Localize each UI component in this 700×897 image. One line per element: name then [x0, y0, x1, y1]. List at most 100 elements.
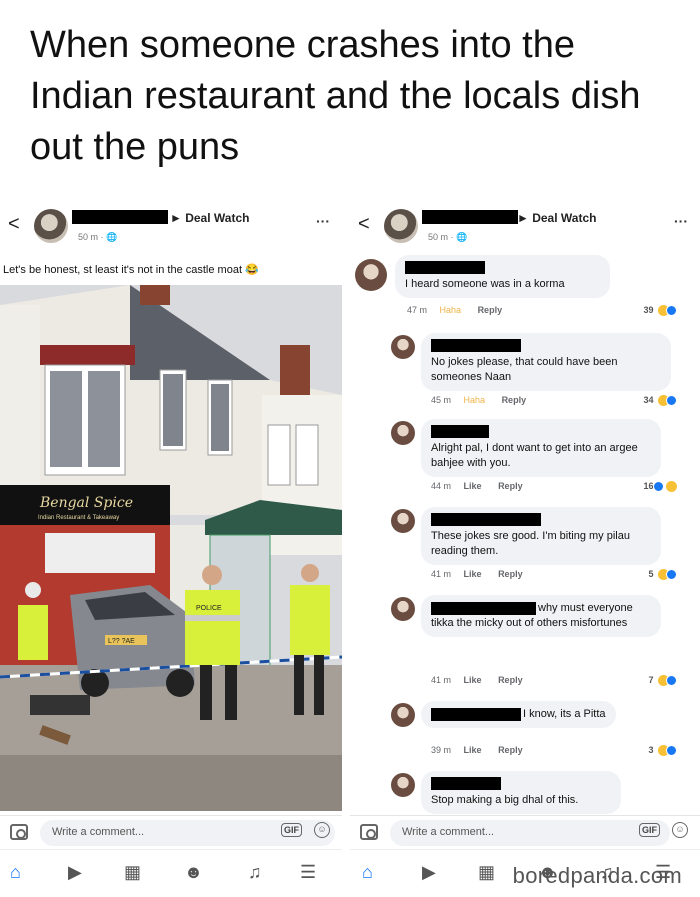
back-icon[interactable]: <: [8, 213, 20, 236]
comment: These jokes sre good. I'm biting my pila…: [355, 507, 695, 587]
comment-bubble: I know, its a Pitta: [421, 701, 616, 728]
redacted-name: [431, 708, 521, 721]
comment-time: 39 m: [431, 745, 452, 755]
shop-sign: Bengal Spice: [39, 495, 133, 511]
comment-text: These jokes sre good. I'm biting my pila…: [431, 530, 630, 557]
like-button[interactable]: Like: [464, 481, 482, 491]
comment-time: 44 m: [431, 481, 452, 491]
comment-bubble: No jokes please, that could have been so…: [421, 333, 671, 391]
reaction-count[interactable]: 3: [648, 745, 677, 757]
post-text: Let's be honest, st least it's not in th…: [3, 264, 259, 276]
commenter-avatar[interactable]: [391, 773, 415, 797]
avatar[interactable]: [34, 209, 68, 243]
more-options-icon[interactable]: ···: [674, 213, 688, 229]
like-button[interactable]: Like: [464, 675, 482, 685]
comment-text-lead: why must everyone: [538, 602, 633, 614]
commenter-avatar[interactable]: [391, 421, 415, 445]
group-name[interactable]: ► Deal Watch: [170, 211, 249, 225]
right-screenshot: < ► Deal Watch 50 m · 🌐 ··· I heard some…: [350, 205, 700, 897]
comment-actions: 45 m Haha Reply: [431, 395, 540, 405]
comment-bubble: These jokes sre good. I'm biting my pila…: [421, 507, 661, 565]
marketplace-icon[interactable]: ▦: [124, 862, 141, 883]
home-icon[interactable]: ⌂: [10, 862, 21, 883]
comment-actions: 39 m Like Reply: [431, 745, 537, 755]
redacted-name: [405, 261, 485, 274]
group-name[interactable]: ► Deal Watch: [517, 211, 596, 225]
reply-button[interactable]: Reply: [478, 305, 503, 315]
emoji-icon[interactable]: ☺: [672, 822, 688, 838]
post-header: < ► Deal Watch 50 m · 🌐 ···: [350, 205, 700, 255]
comment: No jokes please, that could have been so…: [355, 333, 695, 413]
avatar[interactable]: [384, 209, 418, 243]
comment-actions: 47 m Haha Reply: [407, 305, 516, 315]
bottom-nav: ⌂ ▶ ▦ ☻ ♫ ☰: [0, 849, 342, 897]
comment: why must everyone tikka the micky out of…: [355, 595, 695, 695]
groups-icon[interactable]: ☻: [184, 862, 203, 883]
redacted-name: [431, 602, 536, 615]
comment-bar: Write a comment... GIF ☺: [350, 815, 700, 849]
bell-icon[interactable]: ♫: [248, 862, 262, 883]
meme-caption: When someone crashes into the Indian res…: [30, 24, 641, 168]
redacted-name: [422, 210, 518, 224]
post-header: < ► Deal Watch 50 m · 🌐 ···: [0, 205, 342, 255]
reaction-count[interactable]: 7: [648, 675, 677, 687]
react-button[interactable]: Haha: [440, 305, 462, 315]
post-meta: 50 m · 🌐: [428, 232, 468, 242]
marketplace-icon[interactable]: ▦: [478, 862, 495, 883]
reply-button[interactable]: Reply: [498, 481, 523, 491]
commenter-avatar[interactable]: [391, 597, 415, 621]
crash-photo[interactable]: Bengal Spice Indian Restaurant & Takeawa…: [0, 285, 342, 811]
gif-icon[interactable]: GIF: [639, 823, 660, 837]
police-badge: POLICE: [196, 605, 222, 612]
comment-bubble: Stop making a big dhal of this.: [421, 771, 621, 814]
home-icon[interactable]: ⌂: [362, 862, 373, 883]
redacted-name: [72, 210, 168, 224]
comment-actions: 41 m Like Reply: [431, 569, 537, 579]
menu-icon[interactable]: ☰: [300, 862, 316, 883]
comment-actions: 44 m Like Reply: [431, 481, 537, 491]
reply-button[interactable]: Reply: [498, 569, 523, 579]
more-options-icon[interactable]: ···: [316, 213, 330, 229]
left-screenshot: < ► Deal Watch 50 m · 🌐 ··· Let's be hon…: [0, 205, 342, 897]
reaction-count[interactable]: 39: [643, 305, 677, 317]
like-button[interactable]: Like: [464, 745, 482, 755]
post-meta: 50 m · 🌐: [78, 232, 118, 242]
comment-text: I heard someone was in a korma: [405, 278, 565, 290]
reply-button[interactable]: Reply: [498, 745, 523, 755]
reply-button[interactable]: Reply: [498, 675, 523, 685]
back-icon[interactable]: <: [358, 213, 370, 236]
comment-time: 45 m: [431, 395, 452, 405]
redacted-name: [431, 513, 541, 526]
gif-icon[interactable]: GIF: [281, 823, 302, 837]
emoji-icon[interactable]: ☺: [314, 822, 330, 838]
reaction-count[interactable]: 34: [643, 395, 677, 407]
commenter-avatar[interactable]: [391, 703, 415, 727]
crash-scene-image: Bengal Spice Indian Restaurant & Takeawa…: [0, 285, 342, 811]
comment-bubble: why must everyone tikka the micky out of…: [421, 595, 661, 637]
redacted-name: [431, 425, 489, 438]
reaction-count[interactable]: 16: [643, 481, 677, 493]
watermark: boredpanda.com: [512, 863, 682, 888]
commenter-avatar[interactable]: [391, 509, 415, 533]
comment-text: tikka the micky out of others misfortune…: [431, 617, 628, 629]
comment-actions: 41 m Like Reply: [431, 675, 537, 685]
video-icon[interactable]: ▶: [422, 862, 436, 883]
comment: I heard someone was in a korma 47 m Haha…: [355, 255, 695, 325]
react-button[interactable]: Haha: [464, 395, 486, 405]
reply-button[interactable]: Reply: [502, 395, 527, 405]
comment-text: No jokes please, that could have been so…: [431, 356, 618, 383]
commenter-avatar[interactable]: [391, 335, 415, 359]
reaction-count[interactable]: 5: [648, 569, 677, 581]
shop-subtitle: Indian Restaurant & Takeaway: [38, 515, 119, 521]
camera-icon[interactable]: [360, 824, 378, 840]
like-button[interactable]: Like: [464, 569, 482, 579]
camera-icon[interactable]: [10, 824, 28, 840]
comment-bar: Write a comment... GIF ☺: [0, 815, 342, 849]
comment-time: 47 m: [407, 305, 428, 315]
comment-text: Alright pal, I dont want to get into an …: [431, 442, 638, 469]
video-icon[interactable]: ▶: [68, 862, 82, 883]
comment-input[interactable]: Write a comment...: [390, 820, 670, 846]
commenter-avatar[interactable]: [355, 259, 387, 291]
redacted-name: [431, 339, 521, 352]
comment-text: Stop making a big dhal of this.: [431, 794, 579, 806]
